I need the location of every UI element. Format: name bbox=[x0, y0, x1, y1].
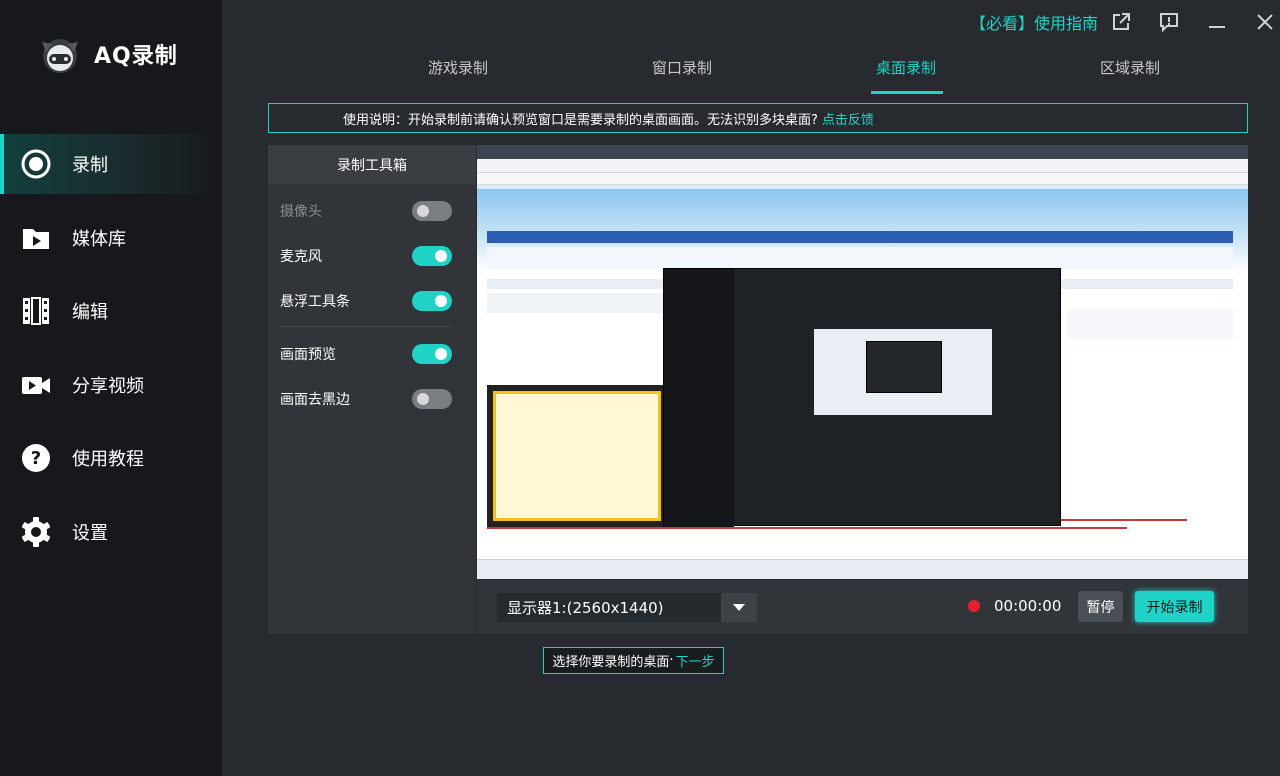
sidebar-item-label: 录制 bbox=[72, 155, 108, 176]
preview-browser-bookmarks bbox=[477, 173, 1248, 185]
tool-row-remove-black-borders: 画面去黑边 bbox=[268, 387, 476, 411]
preview-nested-sidebar bbox=[664, 269, 734, 527]
window-controls bbox=[1108, 10, 1278, 34]
minimize-icon[interactable] bbox=[1204, 10, 1230, 34]
media-library-icon bbox=[20, 222, 52, 254]
floating-toolbar-toggle[interactable] bbox=[412, 291, 452, 311]
user-guide-link[interactable]: 【必看】使用指南 bbox=[970, 10, 1098, 34]
display-select-value: 显示器1:(2560x1440) bbox=[507, 599, 664, 617]
remove-black-borders-toggle[interactable] bbox=[412, 389, 452, 409]
toggle-knob bbox=[417, 393, 429, 405]
record-icon bbox=[20, 148, 52, 180]
preview-taskbar bbox=[477, 559, 1248, 579]
preview-browser-address-bar bbox=[477, 159, 1248, 173]
external-link-icon[interactable] bbox=[1108, 10, 1134, 34]
sidebar-item-record[interactable]: 录制 bbox=[0, 134, 222, 194]
app-name: AQ录制 bbox=[94, 44, 178, 69]
toggle-knob bbox=[435, 348, 447, 360]
sidebar-item-edit[interactable]: 编辑 bbox=[0, 281, 222, 341]
tab-window-recording[interactable]: 窗口录制 bbox=[570, 40, 794, 94]
tab-desktop-recording[interactable]: 桌面录制 bbox=[794, 40, 1018, 94]
feedback-icon[interactable] bbox=[1156, 10, 1182, 34]
usage-notice: 使用说明：开始录制前请确认预览窗口是需要录制的桌面画面。无法识别多块桌面? 点击… bbox=[268, 103, 1248, 133]
recording-status-dot bbox=[968, 600, 980, 612]
chevron-down-icon[interactable] bbox=[721, 593, 757, 622]
floating-toolbar-label: 悬浮工具条 bbox=[280, 294, 350, 310]
recording-toolbox: 录制工具箱 摄像头 麦克风 悬浮工具条 画面预览 画面去黑边 bbox=[268, 145, 476, 634]
sidebar-item-settings[interactable]: 设置 bbox=[0, 502, 222, 562]
sidebar-item-tutorial[interactable]: ? 使用教程 bbox=[0, 428, 222, 488]
aq-logo-icon bbox=[36, 30, 84, 78]
hint-separator: · bbox=[669, 653, 674, 668]
desktop-preview bbox=[477, 145, 1248, 579]
recording-timer: 00:00:00 bbox=[994, 597, 1062, 615]
svg-text:?: ? bbox=[31, 448, 41, 469]
toggle-knob bbox=[417, 205, 429, 217]
microphone-label: 麦克风 bbox=[280, 249, 322, 265]
share-video-icon bbox=[20, 369, 52, 401]
preview-webpage bbox=[477, 189, 1248, 559]
tool-row-microphone: 麦克风 bbox=[268, 244, 476, 268]
toggle-knob bbox=[435, 295, 447, 307]
next-step-hint: 选择你要录制的桌面 · 下一步 bbox=[543, 647, 724, 674]
preview-browser-tabs bbox=[477, 145, 1248, 159]
close-icon[interactable] bbox=[1252, 10, 1278, 34]
sidebar-item-share-video[interactable]: 分享视频 bbox=[0, 355, 222, 415]
sidebar: AQ录制 录制 媒体库 编辑 分享视频 ? 使用教程 设置 bbox=[0, 0, 222, 776]
preview-toggle[interactable] bbox=[412, 344, 452, 364]
sidebar-item-label: 分享视频 bbox=[72, 375, 144, 397]
tool-row-camera: 摄像头 bbox=[268, 199, 476, 223]
toggle-knob bbox=[435, 250, 447, 262]
sidebar-item-label: 媒体库 bbox=[72, 228, 126, 250]
hint-text: 选择你要录制的桌面 bbox=[552, 655, 670, 670]
toolbox-divider bbox=[280, 326, 452, 327]
edit-film-icon bbox=[20, 295, 52, 327]
preview-warning-box bbox=[487, 385, 667, 527]
next-step-link[interactable]: 下一步 bbox=[676, 651, 715, 670]
tab-region-recording[interactable]: 区域录制 bbox=[1018, 40, 1242, 94]
top-bar: 【必看】使用指南 游戏录制 窗口录制 桌面录制 区域录制 bbox=[222, 0, 1280, 96]
pause-button[interactable]: 暂停 bbox=[1078, 591, 1123, 622]
feedback-link[interactable]: 点击反馈 bbox=[822, 109, 874, 128]
preview-nested-preview bbox=[814, 329, 992, 415]
app-logo: AQ录制 bbox=[36, 30, 178, 78]
preview-nested-app-window bbox=[663, 268, 1061, 527]
display-select[interactable]: 显示器1:(2560x1440) bbox=[497, 593, 757, 622]
tool-row-floating-toolbar: 悬浮工具条 bbox=[268, 289, 476, 313]
remove-black-borders-label: 画面去黑边 bbox=[280, 392, 350, 408]
microphone-toggle[interactable] bbox=[412, 246, 452, 266]
settings-gear-icon bbox=[20, 516, 52, 548]
help-icon: ? bbox=[20, 442, 52, 474]
tab-game-recording[interactable]: 游戏录制 bbox=[346, 40, 570, 94]
sidebar-item-label: 编辑 bbox=[72, 302, 108, 323]
start-recording-button[interactable]: 开始录制 bbox=[1135, 591, 1214, 622]
recording-mode-tabs: 游戏录制 窗口录制 桌面录制 区域录制 bbox=[346, 40, 1242, 94]
toolbox-title: 录制工具箱 bbox=[268, 145, 476, 184]
preview-label: 画面预览 bbox=[280, 347, 336, 363]
sidebar-nav: 录制 媒体库 编辑 分享视频 ? 使用教程 设置 bbox=[0, 134, 222, 575]
tool-row-preview: 画面预览 bbox=[268, 342, 476, 366]
camera-label: 摄像头 bbox=[280, 204, 322, 220]
sidebar-item-label: 使用教程 bbox=[72, 449, 144, 470]
usage-notice-text: 使用说明：开始录制前请确认预览窗口是需要录制的桌面画面。无法识别多块桌面? bbox=[343, 112, 818, 128]
camera-toggle[interactable] bbox=[412, 201, 452, 221]
sidebar-item-media-library[interactable]: 媒体库 bbox=[0, 208, 222, 268]
recording-controls: 显示器1:(2560x1440) 00:00:00 暂停 开始录制 bbox=[477, 580, 1248, 634]
preview-nested-recursion bbox=[866, 341, 942, 393]
sidebar-item-label: 设置 bbox=[72, 522, 108, 544]
